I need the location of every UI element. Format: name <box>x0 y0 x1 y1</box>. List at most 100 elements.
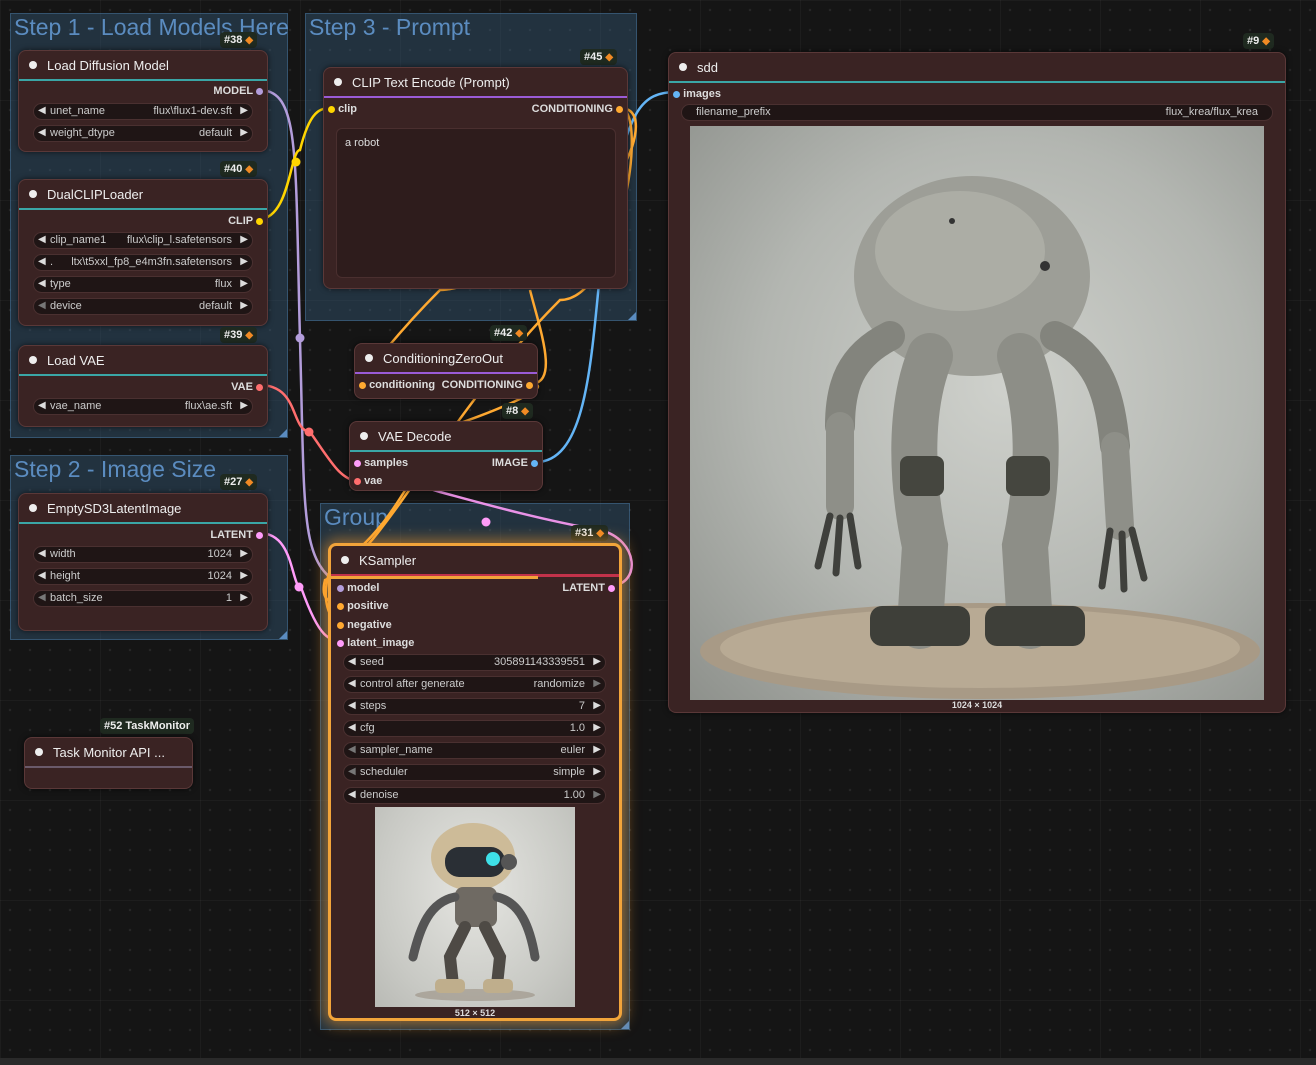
arrow-left-icon[interactable]: ◀ <box>38 256 46 267</box>
widget-denoise[interactable]: ◀ denoise 1.00 ▶ <box>343 787 606 804</box>
arrow-left-icon[interactable]: ◀ <box>348 700 356 711</box>
arrow-right-icon[interactable]: ▶ <box>240 592 248 603</box>
arrow-right-icon[interactable]: ▶ <box>240 278 248 289</box>
arrow-left-icon[interactable]: ◀ <box>348 766 356 777</box>
widget-type[interactable]: ◀ type flux ▶ <box>33 276 253 293</box>
input-slot-negative[interactable]: negative <box>337 618 392 632</box>
arrow-right-icon[interactable]: ▶ <box>240 127 248 138</box>
input-slot-latent-image[interactable]: latent_image <box>337 636 414 650</box>
arrow-left-icon[interactable]: ◀ <box>38 278 46 289</box>
node-header[interactable]: VAE Decode <box>350 422 542 452</box>
arrow-left-icon[interactable]: ◀ <box>38 548 46 559</box>
widget-batch-size[interactable]: ◀ batch_size 1 ▶ <box>33 590 253 607</box>
input-slot-clip[interactable]: clip <box>328 102 357 116</box>
widget-device[interactable]: ◀ device default ▶ <box>33 298 253 315</box>
arrow-right-icon[interactable]: ▶ <box>240 400 248 411</box>
node-header[interactable]: DualCLIPLoader <box>19 180 267 210</box>
collapse-dot-icon[interactable] <box>29 61 37 69</box>
node-task-monitor[interactable]: Task Monitor API ... <box>24 737 193 789</box>
widget-weight-dtype[interactable]: ◀ weight_dtype default ▶ <box>33 125 253 142</box>
input-slot-samples[interactable]: samples <box>354 456 408 470</box>
input-slot-vae[interactable]: vae <box>354 474 382 488</box>
collapse-dot-icon[interactable] <box>29 504 37 512</box>
widget-cfg[interactable]: ◀ cfg 1.0 ▶ <box>343 720 606 737</box>
arrow-right-icon[interactable]: ▶ <box>593 744 601 755</box>
node-header[interactable]: Load Diffusion Model <box>19 51 267 81</box>
collapse-dot-icon[interactable] <box>679 63 687 71</box>
widget-filename-prefix[interactable]: filename_prefix flux_krea/flux_krea <box>681 104 1273 121</box>
arrow-left-icon[interactable]: ◀ <box>38 127 46 138</box>
output-slot-latent[interactable]: LATENT <box>562 581 615 595</box>
widget-unet-name[interactable]: ◀ unet_name flux\flux1-dev.sft ▶ <box>33 103 253 120</box>
arrow-left-icon[interactable]: ◀ <box>38 234 46 245</box>
arrow-right-icon[interactable]: ▶ <box>240 105 248 116</box>
arrow-right-icon[interactable]: ▶ <box>240 256 248 267</box>
output-slot-image[interactable]: IMAGE <box>492 456 538 470</box>
arrow-right-icon[interactable]: ▶ <box>593 700 601 711</box>
collapse-dot-icon[interactable] <box>29 190 37 198</box>
arrow-right-icon[interactable]: ▶ <box>240 570 248 581</box>
node-ksampler[interactable]: KSampler model positive negative latent_… <box>328 543 622 1021</box>
node-header[interactable]: CLIP Text Encode (Prompt) <box>324 68 627 98</box>
collapse-dot-icon[interactable] <box>29 356 37 364</box>
collapse-dot-icon[interactable] <box>365 354 373 362</box>
arrow-right-icon[interactable]: ▶ <box>593 722 601 733</box>
output-slot-clip[interactable]: CLIP <box>228 214 263 228</box>
preview-image[interactable] <box>375 807 575 1007</box>
arrow-left-icon[interactable]: ◀ <box>348 722 356 733</box>
arrow-left-icon[interactable]: ◀ <box>348 656 356 667</box>
arrow-left-icon[interactable]: ◀ <box>38 592 46 603</box>
node-clip-text-encode[interactable]: CLIP Text Encode (Prompt) clip CONDITION… <box>323 67 628 289</box>
arrow-left-icon[interactable]: ◀ <box>348 678 356 689</box>
node-header[interactable]: Load VAE <box>19 346 267 376</box>
arrow-right-icon[interactable]: ▶ <box>240 300 248 311</box>
bottom-scroll-bar[interactable] <box>0 1058 1316 1065</box>
widget-control-after-generate[interactable]: ◀ control after generate randomize ▶ <box>343 676 606 693</box>
arrow-left-icon[interactable]: ◀ <box>348 744 356 755</box>
arrow-right-icon[interactable]: ▶ <box>593 656 601 667</box>
widget-clip-name1[interactable]: ◀ clip_name1 flux\clip_l.safetensors ▶ <box>33 232 253 249</box>
arrow-left-icon[interactable]: ◀ <box>38 105 46 116</box>
widget-height[interactable]: ◀ height 1024 ▶ <box>33 568 253 585</box>
collapse-dot-icon[interactable] <box>35 748 43 756</box>
node-vae-decode[interactable]: VAE Decode samples vae IMAGE <box>349 421 543 491</box>
node-dual-clip-loader[interactable]: DualCLIPLoader CLIP ◀ clip_name1 flux\clip… <box>18 179 268 326</box>
widget-clip-name2[interactable]: ◀. ltx\t5xxl_fp8_e4m3fn.safetensors ▶ <box>33 254 253 271</box>
node-load-vae[interactable]: Load VAE VAE ◀ vae_name flux\ae.sft ▶ <box>18 345 268 427</box>
input-slot-images[interactable]: images <box>673 87 721 101</box>
arrow-left-icon[interactable]: ◀ <box>38 300 46 311</box>
arrow-right-icon[interactable]: ▶ <box>593 789 601 800</box>
widget-steps[interactable]: ◀ steps 7 ▶ <box>343 698 606 715</box>
output-slot-vae[interactable]: VAE <box>231 380 263 394</box>
output-image[interactable] <box>690 126 1264 700</box>
input-slot-positive[interactable]: positive <box>337 599 389 613</box>
widget-scheduler[interactable]: ◀ scheduler simple ▶ <box>343 764 606 781</box>
arrow-left-icon[interactable]: ◀ <box>348 789 356 800</box>
node-save-image[interactable]: sdd images filename_prefix flux_krea/flux… <box>668 52 1286 713</box>
arrow-right-icon[interactable]: ▶ <box>593 678 601 689</box>
collapse-dot-icon[interactable] <box>341 556 349 564</box>
widget-vae-name[interactable]: ◀ vae_name flux\ae.sft ▶ <box>33 398 253 415</box>
input-slot-model[interactable]: model <box>337 581 379 595</box>
node-header[interactable]: EmptySD3LatentImage <box>19 494 267 524</box>
arrow-right-icon[interactable]: ▶ <box>240 548 248 559</box>
node-conditioning-zero-out[interactable]: ConditioningZeroOut conditioning CONDITI… <box>354 343 538 399</box>
output-slot-conditioning[interactable]: CONDITIONING <box>532 102 623 116</box>
prompt-textarea[interactable]: a robot <box>336 128 616 278</box>
arrow-right-icon[interactable]: ▶ <box>593 766 601 777</box>
collapse-dot-icon[interactable] <box>334 78 342 86</box>
arrow-left-icon[interactable]: ◀ <box>38 570 46 581</box>
output-slot-conditioning[interactable]: CONDITIONING <box>442 378 533 392</box>
arrow-right-icon[interactable]: ▶ <box>240 234 248 245</box>
collapse-dot-icon[interactable] <box>360 432 368 440</box>
widget-seed[interactable]: ◀ seed 305891143339551 ▶ <box>343 654 606 671</box>
widget-width[interactable]: ◀ width 1024 ▶ <box>33 546 253 563</box>
widget-sampler-name[interactable]: ◀ sampler_name euler ▶ <box>343 742 606 759</box>
arrow-left-icon[interactable]: ◀ <box>38 400 46 411</box>
node-header[interactable]: KSampler <box>331 546 619 579</box>
input-slot-conditioning[interactable]: conditioning <box>359 378 435 392</box>
node-header[interactable]: ConditioningZeroOut <box>355 344 537 374</box>
node-empty-sd3-latent-image[interactable]: EmptySD3LatentImage LATENT ◀ width 1024 ▶ ◀… <box>18 493 268 631</box>
output-slot-model[interactable]: MODEL <box>213 84 263 98</box>
node-load-diffusion-model[interactable]: Load Diffusion Model MODEL ◀ unet_name flu… <box>18 50 268 152</box>
